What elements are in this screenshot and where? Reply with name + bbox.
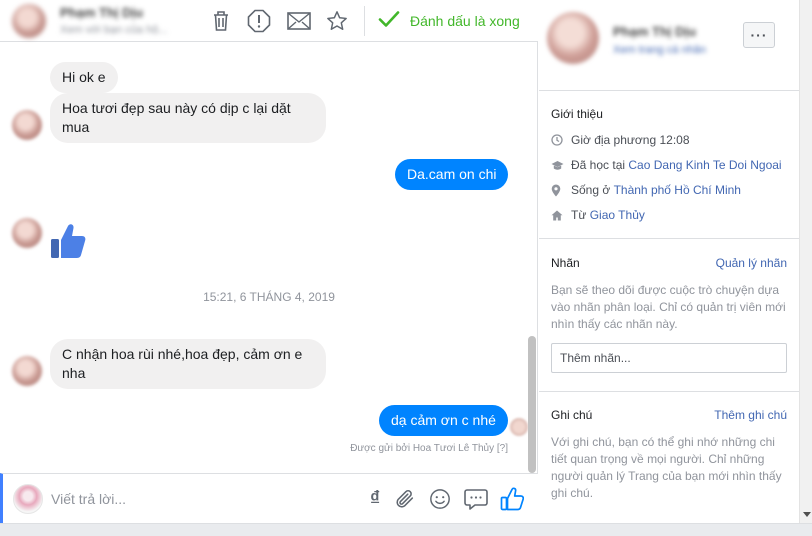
hometown-link[interactable]: Giao Thủy	[590, 208, 645, 222]
contact-subtitle: Xem với bạn của hộ...	[60, 24, 168, 36]
header-divider	[364, 6, 365, 36]
add-note-link[interactable]: Thêm ghi chú	[714, 408, 787, 422]
intro-hometown: Từ Giao Thủy	[551, 206, 645, 224]
add-label-input[interactable]	[551, 343, 787, 373]
seen-avatar	[510, 418, 528, 436]
message-bubble-incoming: Hi ok e	[50, 62, 118, 93]
hometown-prefix: Từ	[571, 208, 587, 222]
intro-location: Sống ở Thành phố Hồ Chí Minh	[551, 181, 741, 199]
mark-done-label: Đánh dấu là xong	[410, 13, 520, 29]
message-list[interactable]: Hi ok e Hoa tươi đẹp sau này có dịp c lạ…	[0, 42, 538, 473]
message-bubble-incoming: C nhận hoa rùi nhé,hoa đẹp, cảm ơn e nha	[50, 339, 326, 389]
notes-description: Với ghi chú, bạn có thể ghi nhớ những ch…	[551, 435, 782, 500]
attachment-icon[interactable]	[393, 487, 417, 511]
local-time-text: Giờ địa phương 12:08	[571, 133, 690, 147]
education-link[interactable]: Cao Dang Kinh Te Doi Ngoai	[628, 158, 781, 172]
check-icon	[378, 10, 400, 33]
labels-description: Bạn sẽ theo dõi được cuộc trò chuyện dựa…	[551, 283, 786, 331]
section-divider	[539, 391, 799, 392]
sent-by-text: Được gửi bởi Hoa Tươi Lê Thủy	[350, 443, 495, 454]
contact-avatar[interactable]	[12, 4, 46, 38]
reply-composer: ₫	[0, 473, 538, 523]
location-prefix: Sống ở	[571, 183, 611, 197]
location-link[interactable]: Thành phố Hồ Chí Minh	[614, 183, 741, 197]
intro-title: Giới thiệu	[551, 107, 603, 121]
conversation-pane: Phạm Thị Dịu Xem với bạn của hộ... Đánh …	[0, 0, 538, 536]
message-bubble-incoming: Hoa tươi đẹp sau này có dịp c lại dặt mu…	[50, 93, 326, 143]
sender-avatar[interactable]	[12, 356, 42, 386]
envelope-icon[interactable]	[286, 8, 312, 34]
currency-icon[interactable]: ₫	[363, 487, 387, 511]
sent-by-help[interactable]: [?]	[497, 443, 508, 454]
sent-by-note: Được gửi bởi Hoa Tươi Lê Thủy [?]	[350, 443, 508, 454]
saved-reply-icon[interactable]	[464, 487, 488, 511]
page-avatar	[13, 484, 43, 514]
emoji-icon[interactable]	[428, 487, 452, 511]
home-icon	[551, 210, 571, 221]
contact-profile-avatar[interactable]	[547, 12, 599, 64]
star-icon[interactable]	[324, 8, 350, 34]
location-pin-icon	[551, 184, 571, 197]
message-scrollbar[interactable]	[528, 336, 536, 473]
section-divider	[539, 238, 799, 239]
notes-title: Ghi chú	[551, 408, 593, 422]
mark-done-button[interactable]: Đánh dấu là xong	[378, 10, 520, 32]
more-options-button[interactable]: ···	[743, 22, 775, 48]
page-scrollbar[interactable]	[799, 0, 812, 523]
message-bubble-outgoing: dạ cảm ơn c nhé	[379, 405, 508, 436]
sender-avatar[interactable]	[12, 110, 42, 140]
labels-title: Nhãn	[551, 256, 580, 270]
contact-profile-link[interactable]: Xem trang cá nhân	[613, 44, 706, 56]
contact-name[interactable]: Phạm Thị Dịu	[60, 5, 143, 20]
section-divider	[539, 90, 799, 91]
sender-avatar[interactable]	[12, 218, 42, 248]
trash-icon[interactable]	[208, 8, 234, 34]
send-like-icon[interactable]	[500, 487, 524, 511]
scroll-down-arrow-icon[interactable]	[803, 512, 811, 517]
thumbs-up-icon	[50, 222, 86, 265]
contact-profile-name[interactable]: Phạm Thị Dịu	[613, 24, 696, 39]
reply-input[interactable]	[51, 486, 341, 512]
manage-labels-link[interactable]: Quản lý nhãn	[716, 256, 787, 270]
message-timestamp: 15:21, 6 THÁNG 4, 2019	[203, 290, 335, 304]
contact-info-pane: Phạm Thị Dịu Xem trang cá nhân ··· Giới …	[539, 0, 799, 523]
conversation-header: Phạm Thị Dịu Xem với bạn của hộ... Đánh …	[0, 0, 538, 42]
bottom-strip	[0, 523, 812, 536]
intro-education: Đã học tại Cao Dang Kinh Te Doi Ngoai	[551, 156, 782, 174]
graduation-cap-icon	[551, 160, 571, 171]
clock-icon	[551, 134, 571, 146]
message-bubble-outgoing: Da.cam on chi	[395, 159, 509, 190]
alert-icon[interactable]	[246, 8, 272, 34]
education-prefix: Đã học tại	[571, 158, 626, 172]
intro-local-time: Giờ địa phương 12:08	[551, 131, 690, 149]
